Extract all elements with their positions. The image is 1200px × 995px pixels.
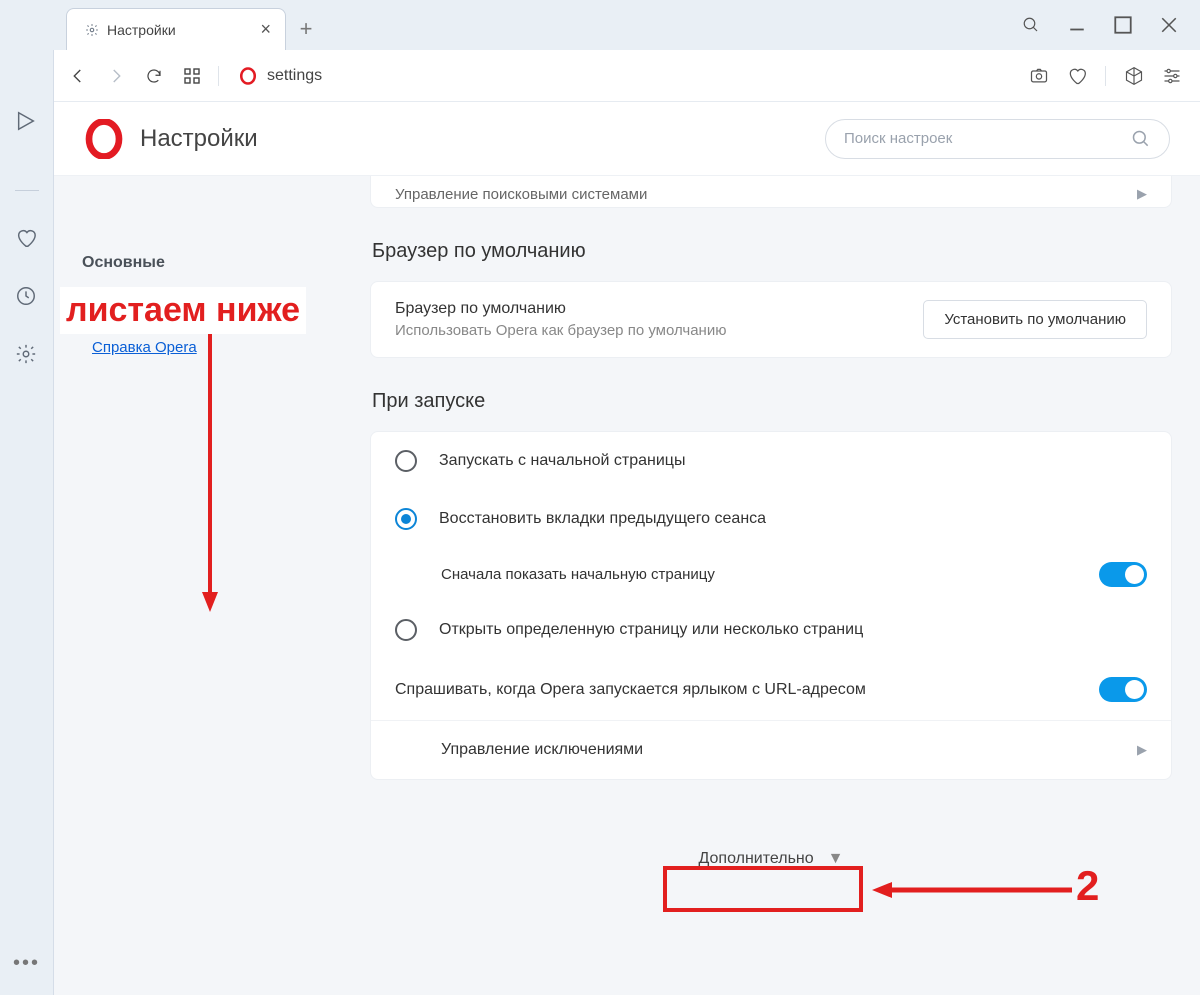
page-title: Настройки (140, 125, 258, 153)
nav-forward-icon[interactable] (104, 64, 128, 88)
reload-icon[interactable] (142, 64, 166, 88)
easy-setup-icon[interactable] (1162, 66, 1182, 86)
page-header: Настройки Поиск настроек (54, 102, 1200, 176)
row-label: Спрашивать, когда Opera запускается ярлы… (395, 681, 866, 699)
section-default-browser-title: Браузер по умолчанию (372, 240, 1172, 263)
rail-divider (15, 190, 39, 191)
sidebar-heading[interactable]: Основные (54, 204, 352, 288)
chevron-right-icon: ▶ (1137, 742, 1147, 758)
opera-urlbar-icon (239, 67, 257, 85)
startup-opt2-sub: Сначала показать начальную страницу (371, 548, 1171, 601)
settings-gear-icon[interactable] (15, 343, 39, 365)
window-close-icon[interactable] (1160, 16, 1178, 34)
show-startpage-toggle[interactable] (1099, 562, 1147, 587)
heart-icon[interactable] (15, 227, 39, 249)
sub-label: Сначала показать начальную страницу (441, 566, 715, 583)
row-subtitle: Использовать Opera как браузер по умолча… (395, 322, 726, 339)
divider (1105, 66, 1106, 86)
bookmark-icon[interactable] (1067, 66, 1087, 86)
more-icon[interactable]: ••• (13, 952, 40, 975)
speed-dial-icon[interactable] (180, 64, 204, 88)
section-startup-title: При запуске (372, 390, 1172, 413)
search-placeholder: Поиск настроек (844, 130, 952, 147)
manage-search-engines-row[interactable]: Управление поисковыми системами ▶ (371, 176, 1171, 207)
annotation-highlight-box (663, 866, 863, 912)
title-bar: Настройки × + (0, 0, 1200, 50)
search-settings-input[interactable]: Поиск настроек (825, 119, 1170, 159)
address-bar: settings (54, 50, 1200, 102)
radio-icon[interactable] (395, 508, 417, 530)
cube-icon[interactable] (1124, 66, 1144, 86)
default-browser-row: Браузер по умолчанию Использовать Opera … (371, 282, 1171, 357)
ask-url-toggle[interactable] (1099, 677, 1147, 702)
radio-icon[interactable] (395, 450, 417, 472)
row-label: Управление поисковыми системами (395, 186, 647, 203)
tab-settings[interactable]: Настройки × (66, 8, 286, 50)
opt-label: Восстановить вкладки предыдущего сеанса (439, 510, 766, 528)
url-text: settings (267, 67, 322, 85)
global-search-icon[interactable] (1022, 16, 1040, 34)
annotation-scroll-label: листаем ниже (60, 287, 306, 334)
ask-url-shortcut-row: Спрашивать, когда Opera запускается ярлы… (371, 659, 1171, 720)
row-label: Управление исключениями (441, 741, 643, 759)
url-input[interactable]: settings (239, 59, 322, 93)
chevron-right-icon: ▶ (1137, 186, 1147, 202)
divider (218, 66, 219, 86)
startup-opt3[interactable]: Открыть определенную страницу или нескол… (371, 601, 1171, 659)
left-rail: ••• (0, 0, 54, 995)
startup-opt2[interactable]: Восстановить вкладки предыдущего сеанса (371, 490, 1171, 548)
annotation-arrow-left-icon (872, 880, 1072, 900)
window-minimize-icon[interactable] (1068, 16, 1086, 34)
history-icon[interactable] (15, 285, 39, 307)
manage-exceptions-row[interactable]: Управление исключениями ▶ (371, 720, 1171, 779)
new-tab-button[interactable]: + (286, 8, 326, 50)
opt-label: Запускать с начальной страницы (439, 452, 685, 470)
opera-logo-icon (84, 119, 124, 159)
main-panel: Настройки Поиск настроек Основные Оценит… (54, 102, 1200, 995)
card-search-engines: Управление поисковыми системами ▶ (370, 176, 1172, 208)
close-icon[interactable]: × (260, 19, 271, 40)
radio-icon[interactable] (395, 619, 417, 641)
set-default-button[interactable]: Установить по умолчанию (923, 300, 1147, 339)
startup-opt1[interactable]: Запускать с начальной страницы (371, 432, 1171, 490)
tab-label: Настройки (107, 22, 176, 38)
snapshot-icon[interactable] (1029, 66, 1049, 86)
play-icon[interactable] (15, 110, 39, 132)
gear-icon (85, 23, 99, 37)
card-startup: Запускать с начальной страницы Восстанов… (370, 431, 1172, 780)
card-default-browser: Браузер по умолчанию Использовать Opera … (370, 281, 1172, 358)
nav-back-icon[interactable] (66, 64, 90, 88)
annotation-number-2: 2 (1076, 862, 1099, 910)
opt-label: Открыть определенную страницу или нескол… (439, 621, 863, 639)
annotation-arrow-down-icon (202, 334, 218, 614)
row-title: Браузер по умолчанию (395, 300, 726, 318)
window-maximize-icon[interactable] (1114, 16, 1132, 34)
